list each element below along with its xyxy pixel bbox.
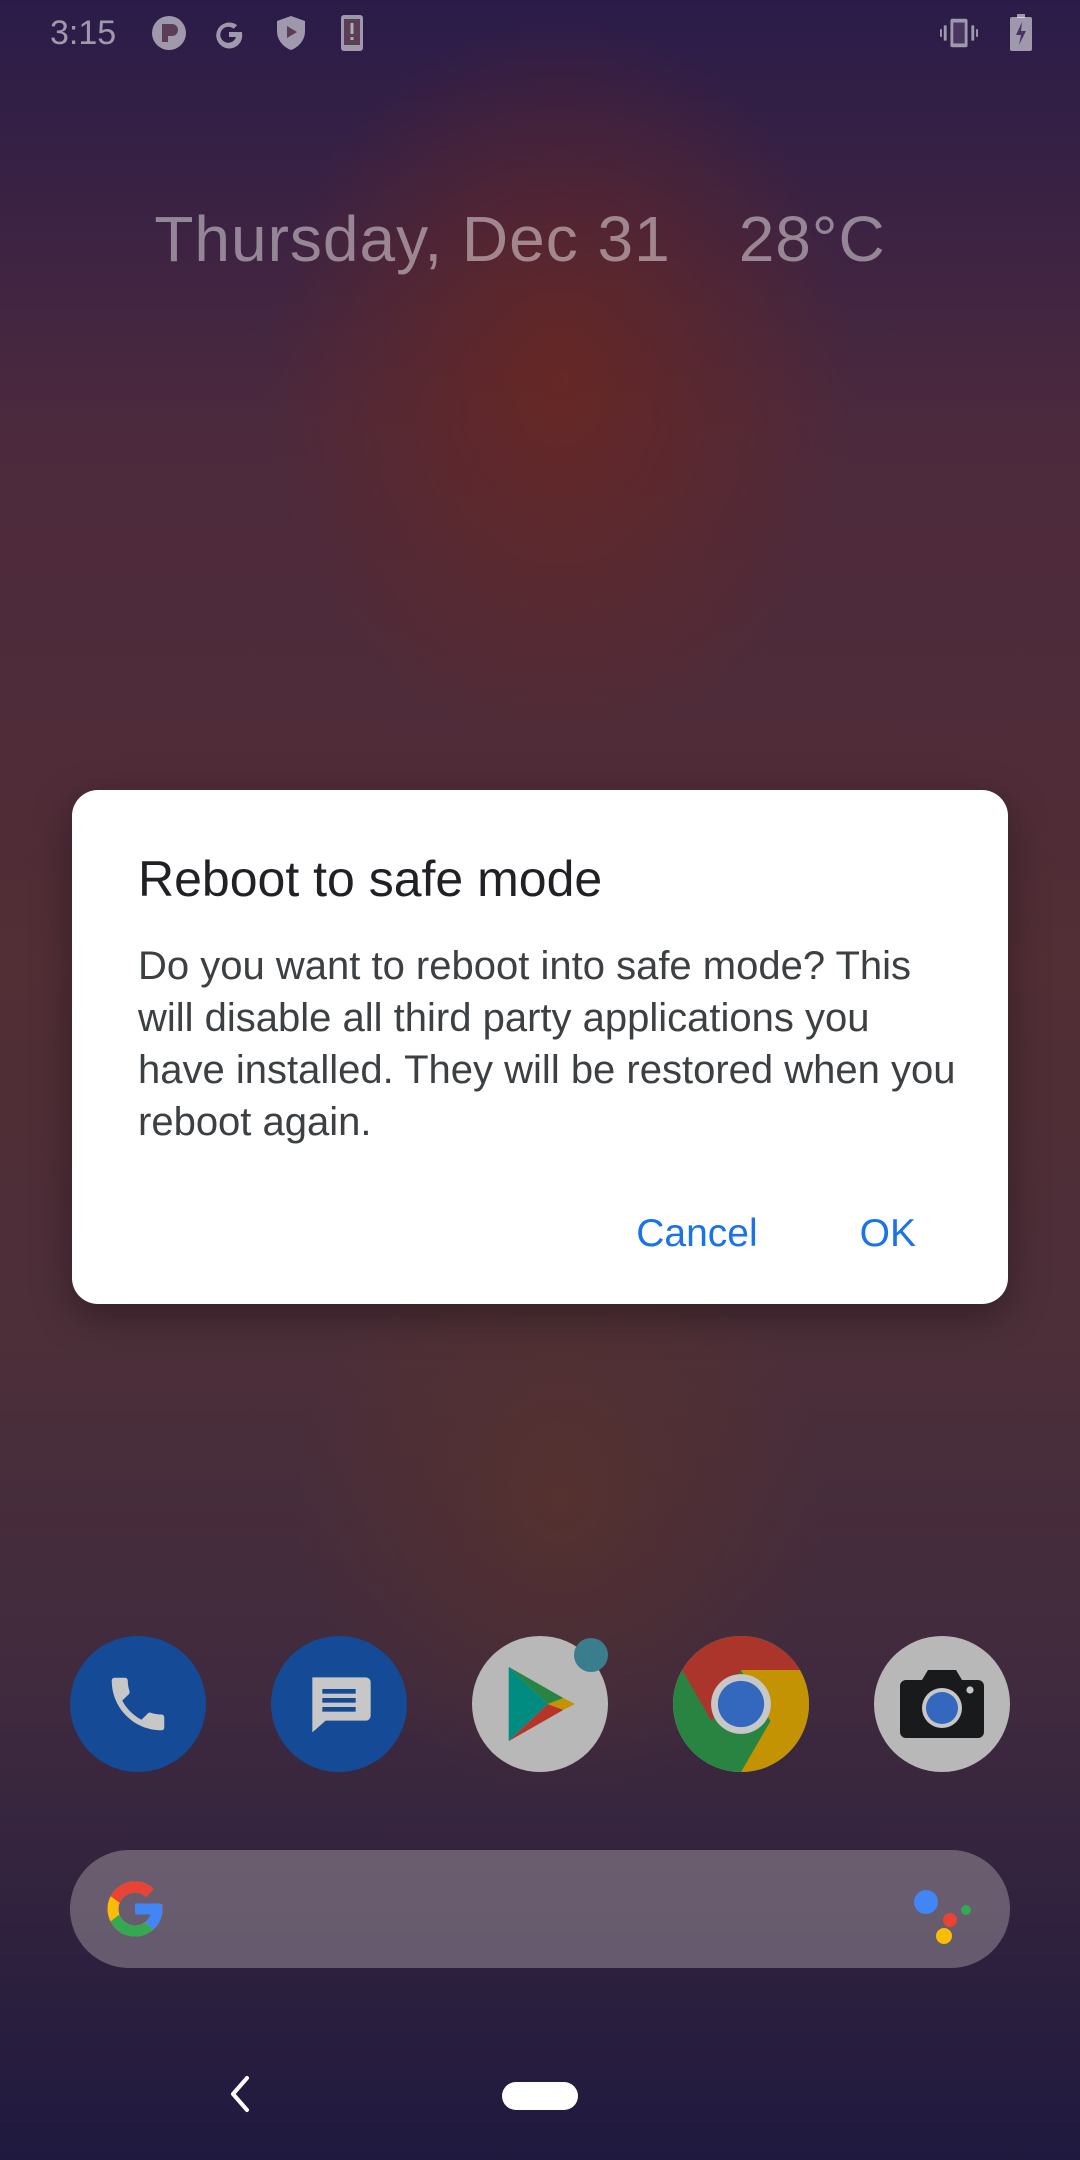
phone-app[interactable]	[70, 1636, 206, 1772]
at-a-glance[interactable]: Thursday, Dec 31 28°C	[0, 202, 1040, 276]
phone-alert-icon	[333, 14, 371, 52]
reboot-safe-mode-dialog: Reboot to safe mode Do you want to reboo…	[72, 790, 1008, 1304]
message-icon	[312, 1677, 371, 1733]
phone-icon	[111, 1677, 165, 1731]
date-text[interactable]: Thursday, Dec 31	[154, 203, 670, 275]
app-dock	[0, 1636, 1080, 1772]
google-g-icon[interactable]	[102, 1876, 168, 1942]
battery-charging-icon	[1002, 14, 1040, 52]
shield-play-icon	[272, 14, 310, 52]
play-store-icon	[508, 1666, 576, 1742]
camera-app[interactable]	[874, 1636, 1010, 1772]
notification-badge	[574, 1638, 608, 1672]
status-bar: 3:15	[0, 0, 1080, 66]
vibrate-icon	[940, 14, 978, 52]
camera-icon	[900, 1670, 984, 1738]
google-search-bar[interactable]	[70, 1850, 1010, 1968]
dialog-actions: Cancel OK	[630, 1204, 922, 1264]
google-icon	[210, 14, 248, 52]
dialog-title: Reboot to safe mode	[138, 851, 603, 907]
weather-temperature[interactable]: 28°C	[739, 203, 886, 275]
navigation-bar	[0, 2060, 1080, 2126]
ok-button[interactable]: OK	[854, 1204, 922, 1264]
ring-icon	[150, 14, 188, 52]
play-store-app[interactable]	[472, 1636, 608, 1772]
assistant-icon[interactable]	[908, 1880, 974, 1946]
status-time: 3:15	[50, 14, 117, 52]
cancel-button[interactable]: Cancel	[630, 1204, 763, 1264]
chrome-app[interactable]	[673, 1636, 809, 1772]
dialog-message: Do you want to reboot into safe mode? Th…	[138, 944, 956, 1144]
chrome-icon	[673, 1636, 809, 1772]
back-icon[interactable]	[222, 2072, 258, 2116]
home-pill[interactable]	[502, 2082, 578, 2110]
messages-app[interactable]	[271, 1636, 407, 1772]
